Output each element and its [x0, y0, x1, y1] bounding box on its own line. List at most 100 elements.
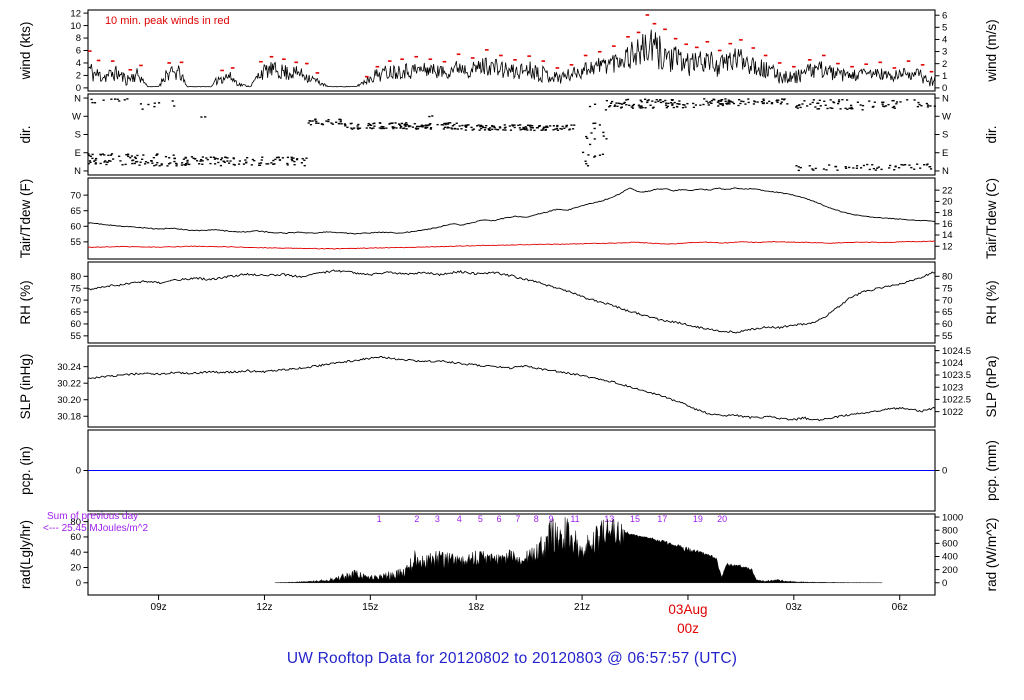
dir-scatter-point: [725, 102, 728, 105]
dir-scatter-point: [589, 143, 592, 146]
dir-scatter-point: [836, 102, 840, 105]
x-axis-label: 15z: [362, 602, 378, 613]
ytick-label-left-rad: 20: [70, 563, 81, 574]
dir-scatter-point: [139, 161, 142, 163]
dir-scatter-point: [933, 105, 936, 107]
x-axis-label: 18z: [468, 602, 484, 613]
ytick-label-left-dir: W: [72, 111, 81, 122]
dir-scatter-point: [832, 101, 835, 103]
dir-scatter-point: [925, 102, 928, 105]
dir-scatter-point: [132, 159, 135, 161]
ytick-label-right-dir: S: [942, 130, 948, 141]
dir-scatter-point: [346, 126, 349, 129]
dir-scatter-point: [458, 125, 461, 127]
dir-scatter-point: [105, 163, 108, 166]
dir-scatter-point: [770, 102, 774, 105]
wind-peak-dot: [652, 22, 657, 25]
y-label-right-slp: SLP (hPa): [984, 355, 999, 417]
dir-scatter-point: [765, 102, 769, 104]
dir-scatter-point: [146, 162, 150, 164]
dir-scatter-point: [129, 156, 132, 159]
dir-scatter-point: [919, 167, 922, 169]
dir-scatter-point: [657, 100, 660, 103]
dir-scatter-point: [307, 122, 310, 124]
dir-scatter-point: [482, 126, 485, 129]
dir-scatter-point: [391, 126, 394, 129]
dir-scatter-point: [692, 106, 696, 109]
dir-scatter-point: [379, 122, 382, 124]
dir-scatter-point: [852, 167, 855, 169]
y-label-left-dir: dir.: [18, 125, 33, 143]
wind-peak-dot: [663, 28, 667, 31]
wind-peak-dot: [139, 64, 143, 67]
dir-scatter-point: [199, 160, 202, 162]
y-label-right-rad: rad (W/m^2): [984, 518, 999, 592]
dir-scatter-point: [156, 153, 159, 155]
wind-peak-dot: [305, 62, 309, 65]
dir-scatter-point: [604, 109, 608, 111]
dir-scatter-point: [400, 122, 404, 125]
dir-scatter-point: [311, 120, 314, 122]
dir-scatter-point: [513, 126, 516, 129]
dir-scatter-point: [143, 163, 147, 165]
dir-scatter-point: [113, 98, 117, 100]
dir-scatter-point: [136, 154, 139, 157]
ytick-label-left-rh: 75: [70, 283, 81, 294]
dir-scatter-point: [411, 126, 414, 128]
dir-scatter-point: [209, 156, 212, 158]
dir-scatter-point: [464, 125, 467, 127]
wind-peaks-note: 10 min. peak winds in red: [105, 15, 230, 27]
wind-peak-dot: [694, 46, 699, 49]
dir-scatter-point: [488, 127, 492, 129]
y-label-right-dir: dir.: [984, 125, 999, 143]
dir-scatter-point: [926, 163, 929, 165]
dir-scatter-point: [238, 160, 241, 162]
dir-scatter-point: [684, 106, 687, 108]
dir-scatter-point: [536, 127, 539, 129]
dir-scatter-point: [644, 107, 647, 109]
wind-peak-dot: [400, 58, 404, 61]
dir-scatter-point: [338, 118, 341, 121]
dir-scatter-point: [343, 123, 346, 125]
dir-scatter-point: [103, 154, 106, 156]
dir-scatter-point: [212, 156, 215, 158]
dir-scatter-point: [816, 102, 819, 105]
dir-scatter-point: [171, 100, 174, 102]
dir-scatter-point: [608, 106, 611, 108]
dir-scatter-point: [868, 168, 871, 171]
dir-scatter-point: [803, 100, 806, 102]
ytick-label-right-rh: 55: [942, 331, 953, 342]
dir-scatter-point: [321, 123, 325, 126]
dir-scatter-point: [929, 105, 932, 107]
x-axis-label: 06z: [892, 602, 908, 613]
ytick-label-left-rh: 80: [70, 271, 81, 282]
dir-scatter-point: [160, 163, 163, 165]
ytick-label-left-rh: 60: [70, 319, 81, 330]
ytick-label-right-pcp: 0: [942, 466, 947, 477]
rad-hour-number: 19: [693, 514, 703, 524]
dir-scatter-point: [164, 155, 168, 158]
dir-scatter-point: [541, 129, 544, 131]
ytick-label-right-dir: E: [942, 148, 948, 159]
tair-line: [88, 187, 935, 235]
rad-hour-number: 13: [604, 514, 614, 524]
dir-scatter-point: [373, 125, 376, 127]
dir-scatter-point: [421, 126, 424, 128]
rad-area: [274, 517, 883, 584]
dir-scatter-point: [593, 156, 596, 158]
dir-scatter-point: [678, 100, 681, 102]
dir-scatter-point: [497, 128, 500, 131]
dir-scatter-point: [756, 101, 759, 103]
dir-scatter-point: [570, 124, 573, 126]
dir-scatter-point: [405, 122, 408, 124]
dir-scatter-point: [781, 98, 784, 100]
ytick-label-left-slp: 30.24: [57, 362, 81, 373]
dir-scatter-point: [555, 127, 559, 130]
wind-peak-dot: [705, 40, 710, 43]
wind-peak-dot: [717, 49, 722, 52]
y-label-left-wind: wind (kts): [18, 22, 33, 81]
dir-scatter-point: [109, 160, 112, 162]
wind-peak-dot: [673, 37, 678, 40]
dir-scatter-point: [538, 125, 541, 127]
chart-canvas: 0246810120123456wind (kts) wind (m/s)10 m…: [18, 8, 999, 636]
